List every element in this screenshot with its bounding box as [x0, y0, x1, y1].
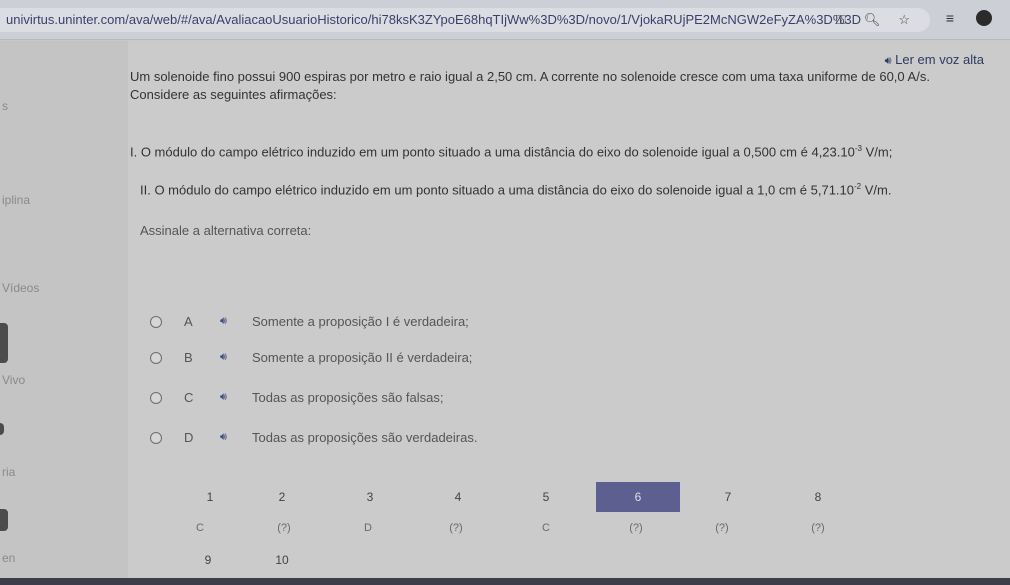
question-nav-1[interactable]: 1 — [170, 490, 250, 504]
star-icon[interactable]: ☆ — [898, 12, 910, 28]
sidebar-item[interactable]: s — [2, 99, 8, 113]
sidebar-indicator — [0, 509, 8, 531]
sidebar-item[interactable]: iplina — [2, 193, 30, 207]
radio-button[interactable] — [150, 351, 162, 364]
question-panel: 🔊︎ Ler em voz alta Um solenoide fino pos… — [128, 41, 1010, 585]
speaker-icon[interactable]: 🔊︎ — [220, 351, 244, 364]
speaker-icon[interactable]: 🔊︎ — [220, 315, 244, 328]
question-nav-5[interactable]: 5 — [506, 490, 586, 504]
speaker-icon[interactable]: 🔊︎ — [220, 431, 244, 444]
taskbar-edge — [0, 578, 1010, 585]
speaker-icon: 🔊︎ — [884, 55, 892, 67]
browser-toolbar: univirtus.uninter.com/ava/web/#/ava/Aval… — [0, 0, 1010, 40]
question-answer-5: C — [542, 522, 550, 534]
sidebar-item[interactable]: Vídeos — [2, 281, 39, 295]
option-a[interactable]: A 🔊︎ Somente a proposição I é verdadeira… — [150, 314, 469, 329]
option-b[interactable]: B 🔊︎ Somente a proposição II é verdadeir… — [150, 350, 472, 365]
question-nav-2[interactable]: 2 — [242, 490, 322, 504]
sidebar-item[interactable]: en — [2, 551, 15, 565]
question-intro: Considere as seguintes afirmações: — [130, 87, 337, 102]
radio-button[interactable] — [150, 315, 162, 328]
radio-button[interactable] — [150, 431, 162, 444]
question-statement: Um solenoide fino possui 900 espiras por… — [130, 69, 930, 84]
radio-button[interactable] — [150, 391, 162, 404]
question-instruction: Assinale a alternativa correta: — [140, 223, 312, 238]
question-nav-10[interactable]: 10 — [242, 553, 322, 567]
question-answer-2: (?) — [277, 522, 291, 534]
read-aloud-label: Ler em voz alta — [895, 52, 984, 67]
option-letter: C — [184, 390, 194, 405]
question-nav-9[interactable]: 9 — [168, 553, 248, 567]
sidebar-indicator — [0, 323, 8, 363]
question-nav-7[interactable]: 7 — [688, 490, 768, 504]
question-nav-4[interactable]: 4 — [418, 490, 498, 504]
reading-list-icon[interactable]: ≡ — [946, 10, 954, 26]
question-answer-4: (?) — [449, 522, 463, 534]
read-aloud-button[interactable]: 🔊︎ Ler em voz alta — [885, 52, 984, 68]
zoom-icon[interactable]: 🔍︎ — [864, 12, 881, 28]
address-bar-icons: ⚿ 🔍︎ ☆ — [836, 12, 910, 28]
option-letter: B — [184, 350, 193, 365]
option-text: Somente a proposição II é verdadeira; — [252, 350, 473, 365]
question-answer-1: C — [196, 522, 204, 534]
question-answer-7: (?) — [715, 522, 729, 534]
sidebar-indicator — [0, 423, 4, 435]
key-icon[interactable]: ⚿ — [836, 12, 846, 28]
question-nav-6[interactable]: 6 — [598, 490, 678, 504]
extension-icons: ≡ — [946, 10, 992, 26]
question-nav-8[interactable]: 8 — [778, 490, 858, 504]
proposition-1: I. O módulo do campo elétrico induzido e… — [130, 144, 893, 160]
question-nav-3[interactable]: 3 — [330, 490, 410, 504]
sidebar-item[interactable]: Vivo — [2, 373, 25, 387]
sidebar: s iplina Vídeos Vivo ria en — [0, 41, 128, 585]
option-letter: A — [184, 314, 193, 329]
question-answer-6: (?) — [629, 522, 643, 534]
option-d[interactable]: D 🔊︎ Todas as proposições são verdadeira… — [150, 430, 477, 445]
question-answer-8: (?) — [811, 522, 825, 534]
option-text: Todas as proposições são falsas; — [252, 390, 444, 405]
sidebar-item[interactable]: ria — [2, 465, 15, 479]
option-text: Somente a proposição I é verdadeira; — [252, 314, 469, 329]
speaker-icon[interactable]: 🔊︎ — [220, 391, 244, 404]
option-text: Todas as proposições são verdadeiras. — [252, 430, 478, 445]
option-letter: D — [184, 430, 194, 445]
proposition-2: II. O módulo do campo elétrico induzido … — [140, 182, 892, 198]
address-bar[interactable]: univirtus.uninter.com/ava/web/#/ava/Aval… — [0, 8, 930, 32]
question-answer-3: D — [364, 522, 372, 534]
option-c[interactable]: C 🔊︎ Todas as proposições são falsas; — [150, 390, 444, 405]
extension-icon[interactable] — [976, 10, 992, 26]
